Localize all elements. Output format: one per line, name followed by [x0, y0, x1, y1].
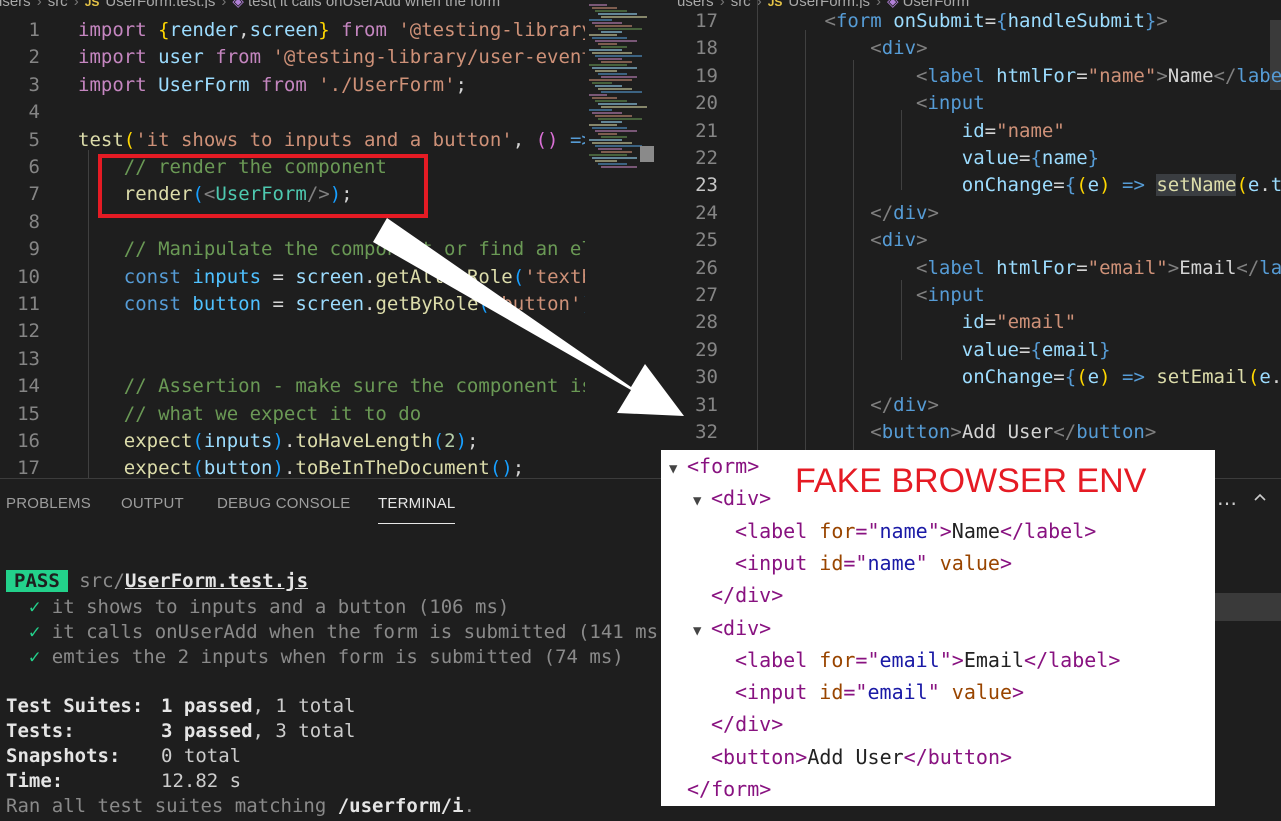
- dom-token: email: [867, 680, 928, 705]
- dom-token: </label>: [999, 518, 1097, 543]
- dom-token: =": [843, 550, 868, 575]
- dom-token: name: [879, 518, 928, 543]
- dom-node-line: ▼ <div>: [693, 612, 771, 647]
- dom-token: name: [867, 550, 916, 575]
- dom-node-line: </div>: [693, 708, 783, 740]
- highlight-box: [98, 154, 428, 218]
- dom-token: <input: [735, 550, 820, 575]
- dom-token: <div>: [711, 486, 772, 511]
- dom-node-line: <input id="email" value>: [717, 676, 1024, 708]
- dom-token: </div>: [711, 712, 784, 737]
- dom-token: </div>: [711, 583, 784, 608]
- dom-token: </label>: [1024, 647, 1121, 672]
- expand-triangle-icon[interactable]: ▼: [693, 485, 711, 517]
- dom-token: ">: [939, 647, 964, 672]
- dom-node-line: <input id="name" value>: [717, 547, 1012, 579]
- dom-token: Add User: [807, 744, 904, 769]
- dom-node-line: <label for="name">Name</label>: [717, 515, 1096, 547]
- dom-token: ">: [927, 518, 952, 543]
- dom-token: >: [1012, 680, 1025, 705]
- dom-node-line: <button>Add User</button>: [693, 741, 1012, 773]
- dom-token: <input: [735, 680, 820, 705]
- dom-token: <div>: [711, 615, 772, 640]
- dom-token: <label: [735, 647, 820, 672]
- dom-token: for: [819, 647, 856, 672]
- dom-node-line: </div>: [693, 579, 783, 611]
- dom-token: <button>: [711, 744, 808, 769]
- dom-token: Name: [951, 518, 1000, 543]
- fake-browser-env-panel: FAKE BROWSER ENV ▼ <form> ▼ <div> <label for…: [661, 450, 1215, 806]
- dom-token: email: [879, 647, 940, 672]
- dom-token: </form>: [687, 777, 772, 801]
- dom-token: <label: [735, 518, 820, 543]
- dom-node-line: <label for="email">Email</label>: [717, 644, 1120, 676]
- dom-node-line: ▼ <form>: [669, 450, 759, 485]
- dom-token: Email: [963, 647, 1025, 672]
- dom-token: =": [843, 680, 868, 705]
- dom-token: value: [951, 680, 1013, 705]
- expand-triangle-icon[interactable]: ▼: [669, 453, 687, 485]
- dom-token: =": [855, 518, 880, 543]
- dom-token: <form>: [687, 454, 760, 478]
- dom-token: >: [999, 550, 1013, 575]
- fake-browser-env-title: FAKE BROWSER ENV: [795, 462, 1147, 500]
- expand-triangle-icon[interactable]: ▼: [693, 615, 711, 647]
- dom-token: value: [939, 550, 1000, 575]
- dom-token: id: [819, 680, 844, 705]
- dom-token: for: [819, 518, 856, 543]
- dom-node-line: ▼ <div>: [693, 482, 771, 517]
- dom-token: ": [927, 680, 952, 705]
- dom-token: id: [819, 550, 844, 575]
- dom-token: ": [915, 550, 940, 575]
- dom-token: </button>: [903, 744, 1013, 769]
- dom-node-line: </form>: [669, 773, 771, 805]
- dom-token: =": [855, 647, 880, 672]
